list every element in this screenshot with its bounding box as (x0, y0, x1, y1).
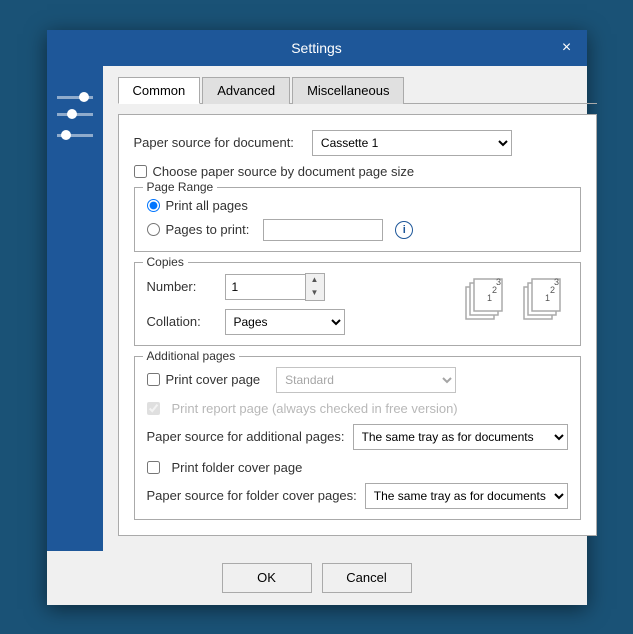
print-cover-checkbox[interactable] (147, 373, 160, 386)
svg-text:2: 2 (492, 285, 497, 295)
slider-track-1 (57, 96, 93, 99)
pages-to-print-label: Pages to print: (166, 222, 250, 237)
pages-to-print-radio[interactable] (147, 223, 160, 236)
title-bar: Settings × (47, 30, 587, 66)
number-row: Number: ▲ ▼ (147, 273, 452, 301)
sidebar-icons (57, 96, 93, 141)
print-report-row: Print report page (always checked in fre… (147, 401, 568, 416)
folder-cover-row: Print folder cover page (147, 460, 568, 475)
tab-common[interactable]: Common (118, 77, 201, 104)
main-area: Common Advanced Miscellaneous Paper sour… (47, 66, 587, 551)
copies-content: Number: ▲ ▼ Collation: (147, 273, 568, 335)
ok-button[interactable]: OK (222, 563, 312, 593)
folder-source-row: Paper source for folder cover pages: The… (147, 483, 568, 509)
slider-track-2 (57, 113, 93, 116)
choose-paper-row: Choose paper source by document page siz… (134, 164, 581, 179)
collation-label: Collation: (147, 314, 217, 329)
copies-fields: Number: ▲ ▼ Collation: (147, 273, 452, 335)
additional-pages-group: Additional pages Print cover page Standa… (134, 356, 581, 520)
additional-pages-title: Additional pages (143, 349, 240, 363)
choose-paper-label: Choose paper source by document page siz… (153, 164, 415, 179)
info-icon[interactable]: i (395, 221, 413, 239)
slider-handle-3 (61, 130, 71, 140)
additional-source-row: Paper source for additional pages: The s… (147, 424, 568, 450)
folder-source-label: Paper source for folder cover pages: (147, 488, 357, 503)
number-input-wrap: ▲ ▼ (225, 273, 325, 301)
dialog-footer: OK Cancel (47, 551, 587, 605)
spin-buttons: ▲ ▼ (305, 273, 325, 301)
svg-text:2: 2 (550, 285, 555, 295)
tab-bar: Common Advanced Miscellaneous (118, 76, 597, 104)
number-input[interactable] (225, 274, 305, 300)
print-cover-label: Print cover page (166, 372, 261, 387)
spin-up[interactable]: ▲ (306, 274, 324, 287)
settings-dialog: Settings × (47, 30, 587, 605)
sidebar (47, 66, 103, 551)
settings-panel: Paper source for document: Cassette 1 Ca… (118, 114, 597, 536)
additional-source-select[interactable]: The same tray as for documents Cassette … (353, 424, 568, 450)
additional-source-label: Paper source for additional pages: (147, 429, 345, 444)
cancel-button[interactable]: Cancel (322, 563, 412, 593)
spin-down[interactable]: ▼ (306, 287, 324, 300)
folder-source-select[interactable]: The same tray as for documents Cassette … (365, 483, 568, 509)
print-all-label: Print all pages (166, 198, 248, 213)
tab-advanced[interactable]: Advanced (202, 77, 290, 104)
copies-title: Copies (143, 255, 188, 269)
print-all-radio[interactable] (147, 199, 160, 212)
page-range-group: Page Range Print all pages Pages to prin… (134, 187, 581, 252)
folder-cover-checkbox[interactable] (147, 461, 160, 474)
number-label: Number: (147, 279, 217, 294)
slider-handle-1 (79, 92, 89, 102)
slider-track-3 (57, 134, 93, 137)
dialog-title: Settings (291, 40, 342, 56)
copies-group: Copies Number: ▲ ▼ (134, 262, 581, 346)
folder-cover-label: Print folder cover page (172, 460, 303, 475)
paper-source-label: Paper source for document: (134, 135, 294, 150)
choose-paper-checkbox[interactable] (134, 165, 147, 178)
svg-text:1: 1 (545, 293, 550, 303)
cover-type-select[interactable]: Standard Custom (276, 367, 456, 393)
page-range-title: Page Range (143, 180, 218, 194)
paper-source-row: Paper source for document: Cassette 1 Ca… (134, 130, 581, 156)
print-report-label: Print report page (always checked in fre… (172, 401, 458, 416)
pages-input[interactable] (263, 219, 383, 241)
paper-source-select[interactable]: Cassette 1 Cassette 2 Manual Feed (312, 130, 512, 156)
cover-page-row: Print cover page Standard Custom (147, 367, 568, 393)
uncollated-icon: 3 2 1 (520, 273, 568, 321)
print-all-row: Print all pages (147, 198, 568, 213)
slider-1 (57, 96, 93, 99)
collated-icon: 3 2 1 (462, 273, 510, 321)
print-report-checkbox (147, 402, 160, 415)
slider-handle-2 (67, 109, 77, 119)
collation-select[interactable]: Pages Copies (225, 309, 345, 335)
close-button[interactable]: × (555, 36, 579, 60)
svg-text:1: 1 (487, 293, 492, 303)
copy-icons: 3 2 1 3 2 1 (462, 273, 568, 321)
content-area: Common Advanced Miscellaneous Paper sour… (103, 66, 612, 551)
collation-row: Collation: Pages Copies (147, 309, 452, 335)
pages-to-print-row: Pages to print: i (147, 219, 568, 241)
tab-miscellaneous[interactable]: Miscellaneous (292, 77, 404, 104)
